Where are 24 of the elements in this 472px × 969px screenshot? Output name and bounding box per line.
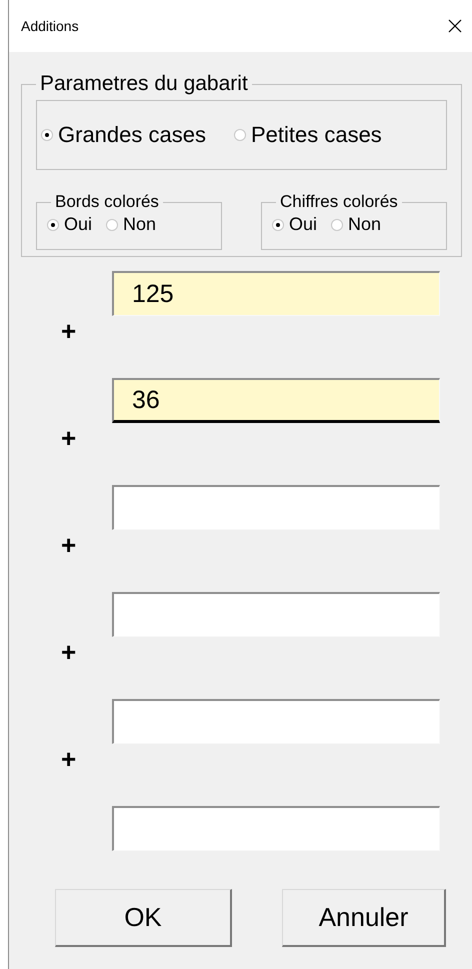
number-field[interactable] bbox=[112, 699, 440, 744]
radio-button[interactable]: Oui bbox=[47, 214, 92, 235]
ok-button[interactable]: OK bbox=[55, 889, 232, 947]
group-legend: Parametres du gabarit bbox=[36, 72, 252, 96]
number-field[interactable] bbox=[112, 806, 440, 851]
radio-button[interactable]: Non bbox=[331, 214, 382, 235]
number-field[interactable]: 36 bbox=[112, 378, 440, 423]
close-icon[interactable] bbox=[448, 19, 462, 33]
plus-sign: + bbox=[61, 639, 76, 665]
number-field[interactable] bbox=[112, 485, 440, 530]
radio-button[interactable]: Grandes cases bbox=[41, 122, 206, 148]
window-title: Additions bbox=[21, 18, 79, 34]
group-legend: Bords colorés bbox=[51, 192, 163, 212]
number-field[interactable] bbox=[112, 592, 440, 637]
plus-sign: + bbox=[61, 425, 76, 451]
number-field[interactable]: 125 bbox=[112, 271, 440, 316]
radio-button[interactable]: Non bbox=[106, 214, 156, 235]
plus-sign: + bbox=[61, 532, 76, 558]
radio-button[interactable]: Oui bbox=[272, 214, 318, 235]
plus-sign: + bbox=[61, 318, 76, 344]
radio-button[interactable]: Petites cases bbox=[234, 122, 382, 148]
plus-sign: + bbox=[61, 746, 76, 772]
group-legend: Chiffres colorés bbox=[276, 192, 402, 212]
cancel-button[interactable]: Annuler bbox=[282, 889, 446, 947]
